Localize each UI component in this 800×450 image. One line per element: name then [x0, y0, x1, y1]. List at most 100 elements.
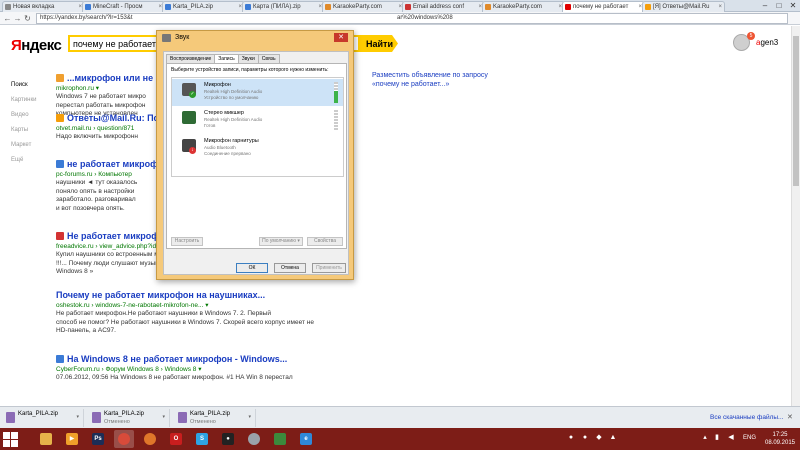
chevron-down-icon[interactable]: ▾: [248, 414, 251, 420]
volume-icon[interactable]: ◀: [726, 433, 736, 443]
tab-close-icon[interactable]: ×: [718, 2, 722, 12]
explorer-taskbar-button[interactable]: [36, 430, 56, 448]
recording-device-list: ✓ Микрофон Realtek High Definition Audio Ус…: [171, 77, 344, 177]
level-meter: [334, 82, 338, 103]
nav-item[interactable]: Карты: [11, 123, 51, 138]
browser-tab[interactable]: [Я] Ответы@Mail.Ru ×: [642, 1, 725, 12]
dialog-tab[interactable]: Связь: [257, 54, 280, 63]
browser-tab[interactable]: KaraokeParty.com ×: [482, 1, 565, 12]
network-icon[interactable]: ▮: [712, 433, 722, 443]
download-item[interactable]: Karta_PILA.zip ▾: [2, 409, 84, 427]
device-status: Устройство по умолчанию: [204, 95, 259, 100]
browser-tab[interactable]: Karta_PILA.zip ×: [162, 1, 245, 12]
settings-taskbar-button[interactable]: [244, 430, 264, 448]
tray-sync-icon[interactable]: ◆: [594, 433, 604, 443]
nav-item[interactable]: Маркет: [11, 138, 51, 153]
recording-panel: Выберите устройство записи, параметры ко…: [166, 63, 347, 249]
ok-button[interactable]: ОК: [236, 263, 268, 273]
forward-arrow-icon[interactable]: →: [13, 14, 22, 23]
show-all-downloads-link[interactable]: Все скачанные файлы...: [710, 414, 783, 421]
opera-taskbar-button[interactable]: O: [166, 430, 186, 448]
browser-tab[interactable]: KaraokeParty.com ×: [322, 1, 405, 12]
game-icon: [274, 433, 286, 445]
download-status: Отменено: [104, 419, 130, 425]
user-name[interactable]: agen3: [756, 38, 778, 47]
properties-button[interactable]: Свойства: [307, 237, 343, 246]
result-url[interactable]: oshestok.ru › windows-7-ne-rabotaet-mikr…: [56, 301, 356, 310]
chrome-taskbar-button[interactable]: [114, 430, 134, 448]
place-ad-link[interactable]: Разместить объявление по запросу «почему…: [372, 71, 512, 89]
recording-device[interactable]: ✓ Микрофон Realtek High Definition Audio Ус…: [172, 79, 343, 106]
recorder-taskbar-button[interactable]: ●: [218, 430, 238, 448]
cancel-button[interactable]: Отмена: [274, 263, 306, 273]
result-title-text: На Windows 8 не работает микрофон - Wind…: [67, 354, 288, 364]
tray-expand-icon[interactable]: ▴: [700, 433, 710, 443]
reload-icon[interactable]: ↻: [23, 14, 32, 23]
set-default-button[interactable]: По умолчанию ▾: [259, 237, 303, 246]
notification-badge[interactable]: 5: [747, 32, 755, 40]
windows-start-button[interactable]: [2, 431, 18, 447]
close-downloads-icon[interactable]: ✕: [787, 413, 793, 421]
ie-taskbar-button[interactable]: e: [296, 430, 316, 448]
result-url[interactable]: CyberForum.ru › Форум Windows 8 › Window…: [56, 365, 356, 374]
nav-item[interactable]: Ещё: [11, 153, 51, 168]
dialog-body: Воспроизведение Запись Звуки Связь Выберите…: [163, 51, 349, 275]
page-scrollbar[interactable]: [791, 26, 800, 406]
start-logo-pane: [3, 440, 10, 447]
nav-item[interactable]: Картинки: [11, 93, 51, 108]
site-favicon-icon: [56, 74, 64, 82]
recording-device[interactable]: Стерео микшер Realtek High Definition Aud…: [172, 107, 343, 134]
chevron-down-icon[interactable]: ▾: [76, 414, 79, 420]
chevron-down-icon[interactable]: ▾: [162, 414, 165, 420]
download-item[interactable]: Karta_PILA.zip Отменено ▾: [88, 409, 170, 427]
result-title-link[interactable]: На Windows 8 не работает микрофон - Wind…: [56, 354, 356, 365]
device-name: Микрофон гарнитуры: [204, 138, 259, 144]
back-arrow-icon[interactable]: ←: [3, 14, 12, 23]
download-file-name: Karta_PILA.zip: [104, 411, 145, 417]
download-item[interactable]: Karta_PILA.zip Отменено ▾: [174, 409, 256, 427]
sound-card-icon: [182, 111, 196, 124]
tray-shield-icon[interactable]: ▲: [608, 433, 618, 443]
photoshop-taskbar-button[interactable]: Ps: [88, 430, 108, 448]
configure-button[interactable]: Настроить: [171, 237, 203, 246]
clock[interactable]: 17:25 08.09.2015: [762, 431, 798, 447]
browser-tab[interactable]: Email address conf ×: [402, 1, 485, 12]
search-results-page: Яндекс Найти 5 agen3 ПоискКартинкиВидеоК…: [0, 26, 800, 406]
browser-tab-label: KaraokeParty.com: [333, 4, 382, 10]
game-taskbar-button[interactable]: [270, 430, 290, 448]
nav-item[interactable]: Видео: [11, 108, 51, 123]
device-driver: Audio Bluetooth: [204, 145, 236, 150]
dialog-close-button[interactable]: ✕: [334, 33, 348, 42]
firefox-taskbar-button[interactable]: [140, 430, 160, 448]
address-bar[interactable]: https://yandex.by/search/?lr=153&t ar%20…: [36, 13, 788, 24]
dialog-tab[interactable]: Воспроизведение: [166, 54, 216, 63]
media-player-taskbar-button[interactable]: ▶: [62, 430, 82, 448]
favicon-icon: [5, 4, 11, 10]
nav-item[interactable]: Поиск: [11, 78, 51, 93]
recording-device[interactable]: ↓ Микрофон гарнитуры Audio Bluetooth Соедин…: [172, 135, 343, 162]
browser-tab[interactable]: Карта (ПИЛА).zip ×: [242, 1, 325, 12]
scrollbar-thumb[interactable]: [793, 36, 799, 186]
minimize-button[interactable]: –: [758, 0, 772, 12]
dialog-tab[interactable]: Звуки: [237, 54, 259, 63]
tray-skype-icon[interactable]: ●: [580, 433, 590, 443]
apply-button[interactable]: Применить: [312, 263, 346, 273]
input-language[interactable]: ENG: [743, 435, 756, 441]
explorer-icon: [40, 433, 52, 445]
sound-dialog: Звук ✕ Воспроизведение Запись Звуки Связь В…: [156, 30, 354, 280]
result-title-link[interactable]: Почему не работает микрофон на наушниках…: [56, 290, 356, 301]
maximize-button[interactable]: □: [772, 0, 786, 12]
search-button[interactable]: Найти: [358, 35, 398, 52]
start-logo-pane: [3, 432, 10, 439]
ie-icon: e: [300, 433, 312, 445]
dialog-tabs: Воспроизведение Запись Звуки Связь: [166, 54, 280, 64]
tray-app-icon[interactable]: ●: [566, 433, 576, 443]
browser-tab-label: MineCraft - Просм: [93, 4, 143, 10]
browser-tab-label: Email address conf: [413, 4, 465, 10]
browser-tab[interactable]: Новая вкладка ×: [2, 1, 85, 12]
close-window-button[interactable]: ✕: [786, 0, 800, 12]
skype-taskbar-button[interactable]: S: [192, 430, 212, 448]
yandex-logo[interactable]: Яндекс: [11, 37, 62, 54]
search-result: На Windows 8 не работает микрофон - Wind…: [56, 354, 356, 383]
browser-tab[interactable]: MineCraft - Просм ×: [82, 1, 165, 12]
